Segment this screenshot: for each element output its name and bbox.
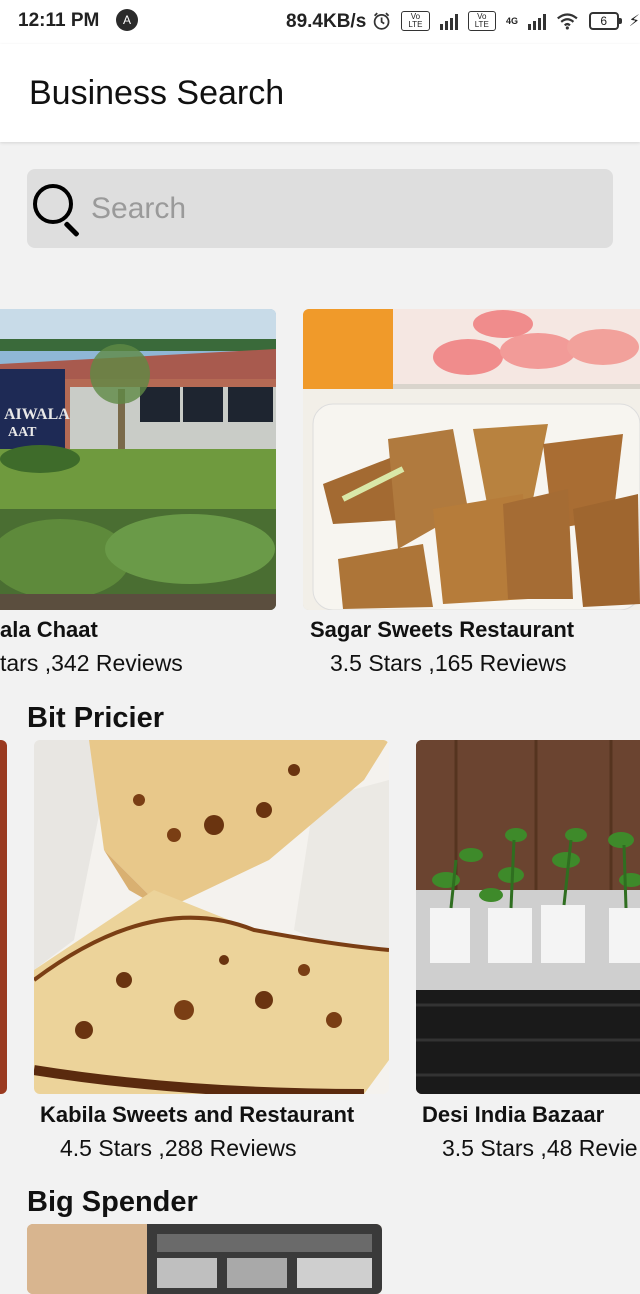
business-card[interactable]: AIWALA AAT ala Chaat tars ,342 Reviews — [0, 309, 276, 679]
business-name: Sagar Sweets Restaurant — [310, 617, 575, 642]
volte-icon: Vo LTE — [467, 11, 496, 31]
navigation-app-icon: A — [116, 9, 138, 31]
business-card-partial[interactable] — [0, 740, 7, 1095]
business-card[interactable] — [27, 1224, 382, 1294]
wifi-icon — [557, 13, 578, 30]
business-photo — [27, 1224, 382, 1294]
business-rating: 3.5 Stars ,165 Reviews — [330, 650, 567, 676]
battery-icon: 6 — [588, 12, 622, 30]
business-photo — [303, 309, 640, 610]
business-card[interactable]: Sagar Sweets Restaurant 3.5 Stars ,165 R… — [303, 309, 640, 679]
svg-text:AIWALA: AIWALA — [4, 406, 70, 423]
status-icons: Vo LTE Vo LTE 4G 6 ⚡ — [372, 10, 640, 32]
page-title: Business Search — [29, 74, 285, 112]
business-name: ala Chaat — [0, 617, 98, 642]
status-time: 12:11 PM — [18, 10, 100, 31]
network-type-label: 4G — [505, 16, 518, 26]
business-photo — [0, 740, 7, 1094]
business-name: Kabila Sweets and Restaurant — [40, 1102, 355, 1127]
business-rating: 4.5 Stars ,288 Reviews — [60, 1135, 297, 1161]
alarm-icon — [373, 12, 390, 30]
business-rating: 3.5 Stars ,48 Revie — [442, 1135, 638, 1161]
search-input[interactable] — [89, 183, 593, 235]
status-bar: 12:11 PM A 89.4KB/s Vo LTE Vo LTE 4G 6 ⚡ — [0, 0, 640, 44]
volte-icon: Vo LTE — [401, 11, 430, 31]
business-rating: tars ,342 Reviews — [0, 650, 183, 676]
svg-text:AAT: AAT — [8, 425, 37, 440]
signal-icon — [527, 12, 546, 30]
section-title: Big Spender — [27, 1186, 198, 1218]
search-bar[interactable] — [27, 169, 613, 248]
business-name: Desi India Bazaar — [422, 1102, 605, 1127]
business-photo: AIWALA AAT — [0, 309, 276, 610]
business-photo — [416, 740, 640, 1094]
section-title: Bit Pricier — [27, 702, 164, 734]
app-bar: Business Search — [0, 44, 640, 142]
signal-icon — [439, 12, 458, 30]
charging-icon: ⚡ — [628, 13, 640, 30]
business-card[interactable]: Kabila Sweets and Restaurant 4.5 Stars ,… — [34, 740, 389, 1170]
business-card[interactable]: Desi India Bazaar 3.5 Stars ,48 Revie — [416, 740, 640, 1170]
network-speed: 89.4KB/s — [286, 11, 367, 32]
search-icon — [33, 184, 73, 224]
business-photo — [34, 740, 389, 1094]
